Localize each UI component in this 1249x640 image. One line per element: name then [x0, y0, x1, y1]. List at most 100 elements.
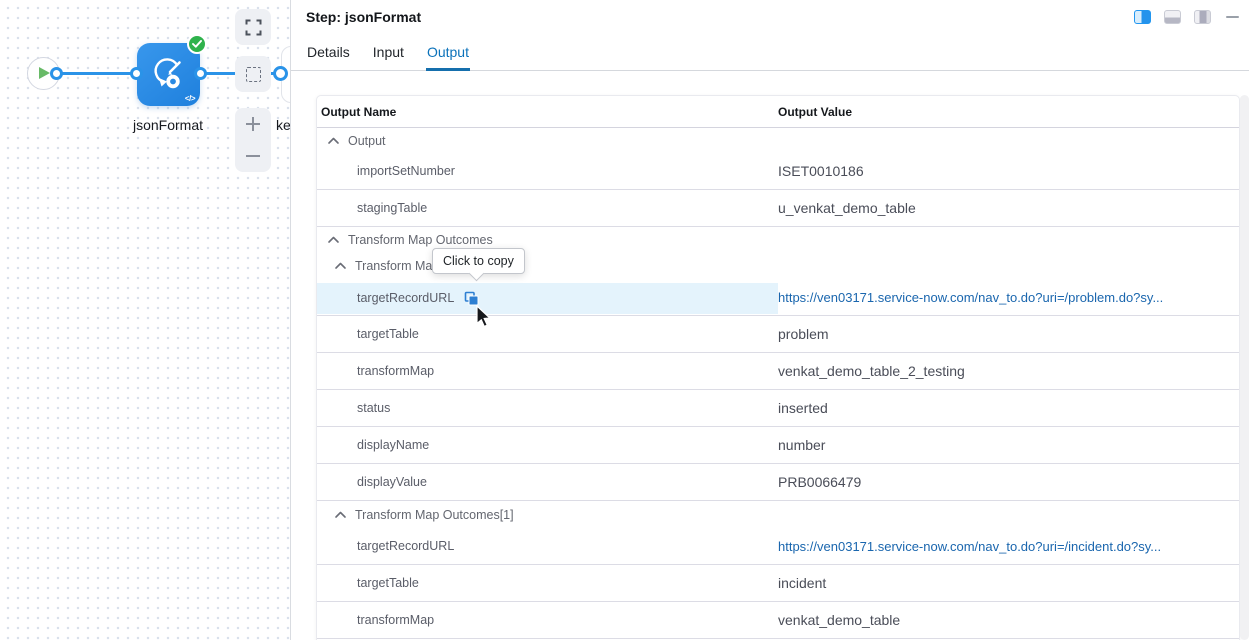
- output-name-cell[interactable]: transformMap: [317, 353, 778, 389]
- output-value: ISET0010186: [778, 163, 864, 179]
- output-value-cell: problem: [778, 326, 1239, 342]
- connector-port: [273, 66, 288, 81]
- output-name: targetTable: [357, 576, 419, 590]
- chevron-up-icon[interactable]: [327, 136, 340, 145]
- output-value-cell: venkat_demo_table_2_testing: [778, 363, 1239, 379]
- output-name: targetRecordURL: [357, 291, 454, 305]
- output-name-cell[interactable]: targetRecordURL: [317, 528, 778, 564]
- zoom-in-button[interactable]: [235, 109, 271, 139]
- output-name-cell[interactable]: displayValue: [317, 464, 778, 500]
- tab-output[interactable]: Output: [426, 44, 470, 71]
- table-row: targetTable problem: [317, 316, 1239, 353]
- table-row: importSetNumber ISET0010186: [317, 153, 1239, 190]
- output-value: inserted: [778, 400, 828, 416]
- output-name: stagingTable: [357, 201, 427, 215]
- output-value: venkat_demo_table: [778, 612, 900, 628]
- output-value: PRB0066479: [778, 474, 861, 490]
- output-name: targetTable: [357, 327, 419, 341]
- plus-icon: [244, 115, 262, 133]
- copy-tooltip: Click to copy: [432, 248, 525, 274]
- chevron-up-icon[interactable]: [334, 261, 347, 270]
- table-header-row: Output Name Output Value: [317, 96, 1239, 128]
- group-row[interactable]: Output: [317, 128, 1239, 153]
- group-label: Output: [348, 134, 386, 148]
- play-icon: [39, 67, 50, 79]
- output-value-cell: inserted: [778, 400, 1239, 416]
- column-header-output-name: Output Name: [321, 105, 778, 119]
- output-name: displayName: [357, 438, 429, 452]
- step-detail-panel: Step: jsonFormat Details Input Output Ou…: [290, 0, 1249, 640]
- tab-input[interactable]: Input: [372, 44, 405, 71]
- connector-port: [194, 67, 207, 80]
- minus-icon: [244, 147, 262, 165]
- group-row[interactable]: Transform Map Outcomes[1]: [317, 501, 1239, 528]
- dock-right-icon[interactable]: [1194, 10, 1211, 24]
- table-row: targetRecordURL https://ven03171.service-…: [317, 528, 1239, 565]
- table-row: targetTable incident: [317, 565, 1239, 602]
- split-view-icon[interactable]: [1134, 10, 1151, 24]
- fit-to-screen-button[interactable]: [235, 9, 271, 45]
- output-value-link[interactable]: https://ven03171.service-now.com/nav_to.…: [778, 290, 1163, 305]
- connector-line: [52, 72, 142, 75]
- column-header-output-value: Output Value: [778, 105, 1239, 119]
- output-value: problem: [778, 326, 829, 342]
- marquee-select-icon: [246, 67, 261, 82]
- connector-port: [50, 67, 63, 80]
- output-table-card: Output Name Output Value Output importSet…: [316, 95, 1240, 640]
- group-label: Transform Map Outcomes: [348, 233, 493, 247]
- output-value-cell: https://ven03171.service-now.com/nav_to.…: [778, 539, 1239, 554]
- output-name-cell[interactable]: targetTable: [317, 565, 778, 601]
- table-row: transformMap venkat_demo_table: [317, 602, 1239, 639]
- output-name-cell[interactable]: importSetNumber: [317, 153, 778, 189]
- output-name: displayValue: [357, 475, 427, 489]
- output-name: status: [357, 401, 390, 415]
- output-name: importSetNumber: [357, 164, 455, 178]
- output-value: incident: [778, 575, 826, 591]
- output-value-cell: ISET0010186: [778, 163, 1239, 179]
- output-value-cell: incident: [778, 575, 1239, 591]
- output-name-cell[interactable]: targetRecordURL: [317, 283, 778, 314]
- minimize-icon[interactable]: [1226, 16, 1239, 18]
- output-name-cell[interactable]: transformMap: [317, 602, 778, 638]
- panel-layout-controls: [1134, 10, 1239, 24]
- flow-canvas[interactable]: </> jsonFormat ke: [0, 0, 290, 640]
- mouse-cursor: [474, 305, 492, 329]
- next-node-label: ke: [276, 117, 291, 133]
- output-value-link[interactable]: https://ven03171.service-now.com/nav_to.…: [778, 539, 1161, 554]
- output-name-cell[interactable]: targetTable: [317, 316, 778, 352]
- output-value-cell: number: [778, 437, 1239, 453]
- tab-details[interactable]: Details: [306, 44, 351, 71]
- output-value-cell: venkat_demo_table: [778, 612, 1239, 628]
- marquee-select-button[interactable]: [235, 56, 271, 92]
- output-name: targetRecordURL: [357, 539, 454, 553]
- output-value-cell: PRB0066479: [778, 474, 1239, 490]
- output-name-cell[interactable]: stagingTable: [317, 190, 778, 226]
- output-value: number: [778, 437, 825, 453]
- table-row: status inserted: [317, 390, 1239, 427]
- table-row: displayValue PRB0066479: [317, 464, 1239, 501]
- output-value: u_venkat_demo_table: [778, 200, 916, 216]
- json-format-node[interactable]: </>: [137, 43, 200, 106]
- output-value-cell: u_venkat_demo_table: [778, 200, 1239, 216]
- chevron-up-icon[interactable]: [334, 510, 347, 519]
- chevron-up-icon[interactable]: [327, 235, 340, 244]
- output-name-cell[interactable]: displayName: [317, 427, 778, 463]
- table-row: displayName number: [317, 427, 1239, 464]
- code-icon: </>: [185, 94, 195, 103]
- tab-bar: Details Input Output: [291, 40, 1249, 71]
- copy-icon[interactable]: [464, 291, 479, 306]
- output-table-body: Output importSetNumber ISET0010186 stagingT…: [317, 128, 1239, 639]
- output-name: transformMap: [357, 364, 434, 378]
- transform-icon: [151, 55, 187, 93]
- output-name-cell[interactable]: status: [317, 390, 778, 426]
- table-row: stagingTable u_venkat_demo_table: [317, 190, 1239, 227]
- dock-bottom-icon[interactable]: [1164, 10, 1181, 24]
- connector-port: [130, 67, 143, 80]
- scrollbar-track[interactable]: [1240, 95, 1249, 640]
- zoom-out-button[interactable]: [235, 141, 271, 171]
- check-badge-icon: [187, 34, 207, 54]
- node-label: jsonFormat: [102, 117, 234, 133]
- output-name: transformMap: [357, 613, 434, 627]
- zoom-controls: [235, 108, 271, 172]
- group-label: Transform Map Outcomes[1]: [355, 508, 514, 522]
